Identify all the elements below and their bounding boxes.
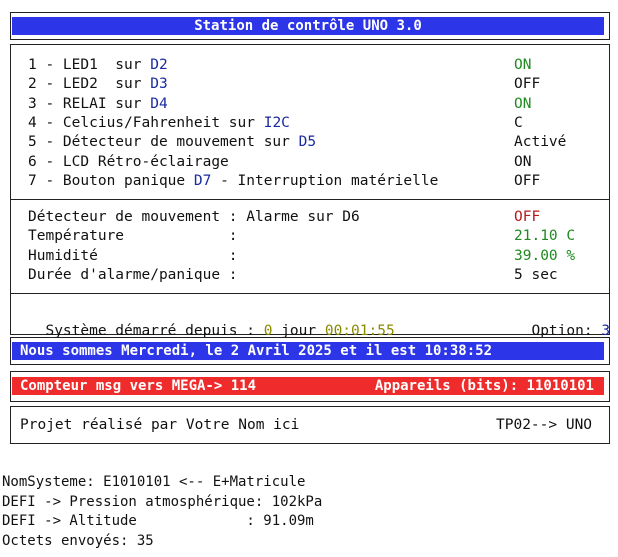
sensor-value: OFF xyxy=(514,209,541,225)
menu-item-number: 7 - xyxy=(28,172,63,189)
menu-item[interactable]: 1 - LED1 sur D2 xyxy=(28,56,168,75)
menu-divider-2 xyxy=(10,293,610,294)
menu-item-number: 4 - xyxy=(28,114,63,131)
sensor-label: Humidité : xyxy=(28,247,238,264)
menu-item-pin: D7 xyxy=(193,172,212,189)
sensor-value: 5 sec xyxy=(514,266,558,283)
sensor-label: Température : xyxy=(28,228,238,245)
menu-item-value: OFF xyxy=(514,172,541,189)
menu-item-value: C xyxy=(514,114,523,131)
footer-line: Octets envoyés: 35 xyxy=(2,532,154,549)
sensor-label: Détecteur de mouvement : Alarme sur D6 xyxy=(28,209,360,225)
menu-item-label: RELAI sur xyxy=(62,95,151,112)
option-row: Option: 3 xyxy=(514,303,610,341)
menu-item[interactable]: 5 - Détecteur de mouvement sur D5 xyxy=(28,133,316,152)
menu-item[interactable]: 3 - RELAI sur D4 xyxy=(28,95,168,114)
uptime-row: Système démarré depuis : 0 jour 00:01:55 xyxy=(28,303,394,341)
menu-item-value: OFF xyxy=(514,76,541,93)
menu-item-number: 3 - xyxy=(28,95,63,112)
menu-item-label: LED1 sur xyxy=(62,57,151,73)
menu-item-pin: D5 xyxy=(298,134,317,151)
menu-item-label: Bouton panique xyxy=(62,172,194,189)
menu-divider-1 xyxy=(10,199,610,200)
date-banner: Nous sommes Mercredi, le 2 Avril 2025 et… xyxy=(12,342,604,360)
menu-item-number: 5 - xyxy=(28,134,63,151)
menu-item-value: ON xyxy=(514,57,532,73)
message-counter: Compteur msg vers MEGA-> 114 xyxy=(20,378,257,394)
sensor-value: 39.00 % xyxy=(514,247,576,264)
menu-item-number: 2 - xyxy=(28,76,63,93)
date-text: Nous sommes Mercredi, le 2 Avril 2025 et… xyxy=(20,343,493,359)
menu-item-label: Celcius/Fahrenheit sur xyxy=(62,114,264,131)
menu-item-label: Détecteur de mouvement sur xyxy=(62,134,299,151)
footer-line: DEFI -> Pression atmosphérique: 102kPa xyxy=(2,493,323,510)
menu-item-value: ON xyxy=(514,153,532,170)
footer-line: DEFI -> Altitude : 91.09m xyxy=(2,513,314,529)
title-bar: Station de contrôle UNO 3.0 xyxy=(12,17,604,35)
sensor-value: 21.10 C xyxy=(514,228,576,245)
menu-item[interactable]: 2 - LED2 sur D3 xyxy=(28,75,168,94)
menu-item[interactable]: 6 - LCD Rétro-éclairage xyxy=(28,153,229,172)
menu-item-suffix: - Interruption matérielle xyxy=(211,172,439,189)
menu-item-pin: I2C xyxy=(263,114,290,131)
menu-item-label: LED2 sur xyxy=(62,76,151,93)
sensor-label: Durée d'alarme/panique : xyxy=(28,266,238,283)
project-credit: Projet réalisé par Votre Nom ici xyxy=(20,417,300,433)
page-title: Station de contrôle UNO 3.0 xyxy=(194,18,422,34)
footer-line: NomSysteme: E1010101 <-- E+Matricule xyxy=(2,474,306,490)
menu-item-number: 1 - xyxy=(28,57,63,73)
menu-item-value: ON xyxy=(514,95,532,112)
menu-item[interactable]: 7 - Bouton panique D7 - Interruption mat… xyxy=(28,172,438,191)
menu-item-pin: D3 xyxy=(150,76,168,93)
device-bits: Appareils (bits): 11010101 xyxy=(374,378,594,394)
menu-item-pin: D4 xyxy=(150,95,168,112)
menu-item-number: 6 - xyxy=(28,153,63,170)
menu-item-label: LCD Rétro-éclairage xyxy=(62,153,229,170)
menu-item-value: Activé xyxy=(514,134,567,151)
counter-bar: Compteur msg vers MEGA-> 114 Appareils (… xyxy=(12,377,604,395)
menu-item[interactable]: 4 - Celcius/Fahrenheit sur I2C xyxy=(28,114,290,133)
project-id: TP02--> UNO xyxy=(496,417,593,433)
menu-item-pin: D2 xyxy=(150,57,168,73)
